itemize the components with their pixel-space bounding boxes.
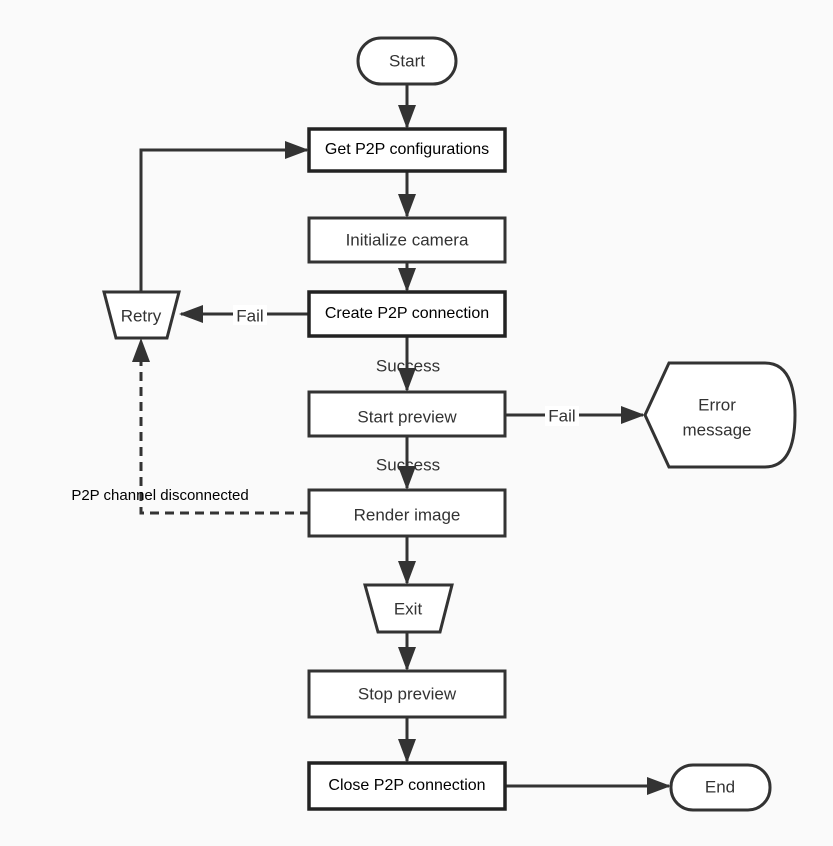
svg-text:Close P2P connection: Close P2P connection: [328, 777, 485, 794]
svg-text:Create P2P connection: Create P2P connection: [325, 305, 489, 322]
node-exit: Exit: [363, 583, 454, 634]
edge-retry-get: [139, 141, 309, 292]
node-render-image: Render image: [307, 488, 507, 538]
svg-text:Exit: Exit: [394, 599, 423, 618]
node-start-preview: Start preview: [307, 390, 507, 438]
label-disconnected: P2P channel disconnected: [71, 487, 248, 504]
node-end: End: [669, 763, 772, 812]
node-stop-preview: Stop preview: [307, 669, 507, 719]
node-create-conn: Create P2P connection: [307, 290, 507, 338]
svg-text:End: End: [705, 777, 735, 796]
node-start: Start: [356, 36, 458, 86]
node-get-config: Get P2P configurations: [307, 127, 507, 173]
svg-text:message: message: [683, 420, 752, 439]
flowchart: Fail Success Fail Success P2P channel di…: [71, 36, 797, 812]
svg-text:Get P2P configurations: Get P2P configurations: [325, 141, 489, 158]
svg-text:Start: Start: [389, 51, 425, 70]
svg-text:Render image: Render image: [354, 505, 461, 524]
svg-text:Error: Error: [698, 395, 736, 414]
node-init-camera: Initialize camera: [307, 216, 507, 264]
label-preview-success: Success: [376, 455, 440, 474]
label-preview-fail: Fail: [548, 406, 575, 425]
label-create-fail: Fail: [236, 306, 263, 325]
node-error-message: Error message: [643, 361, 797, 469]
node-close-conn: Close P2P connection: [307, 761, 507, 811]
svg-text:Initialize camera: Initialize camera: [346, 230, 469, 249]
svg-text:Stop preview: Stop preview: [358, 684, 457, 703]
node-retry: Retry: [102, 290, 181, 340]
svg-text:Retry: Retry: [121, 306, 162, 325]
svg-text:Start preview: Start preview: [357, 407, 457, 426]
label-create-success: Success: [376, 356, 440, 375]
